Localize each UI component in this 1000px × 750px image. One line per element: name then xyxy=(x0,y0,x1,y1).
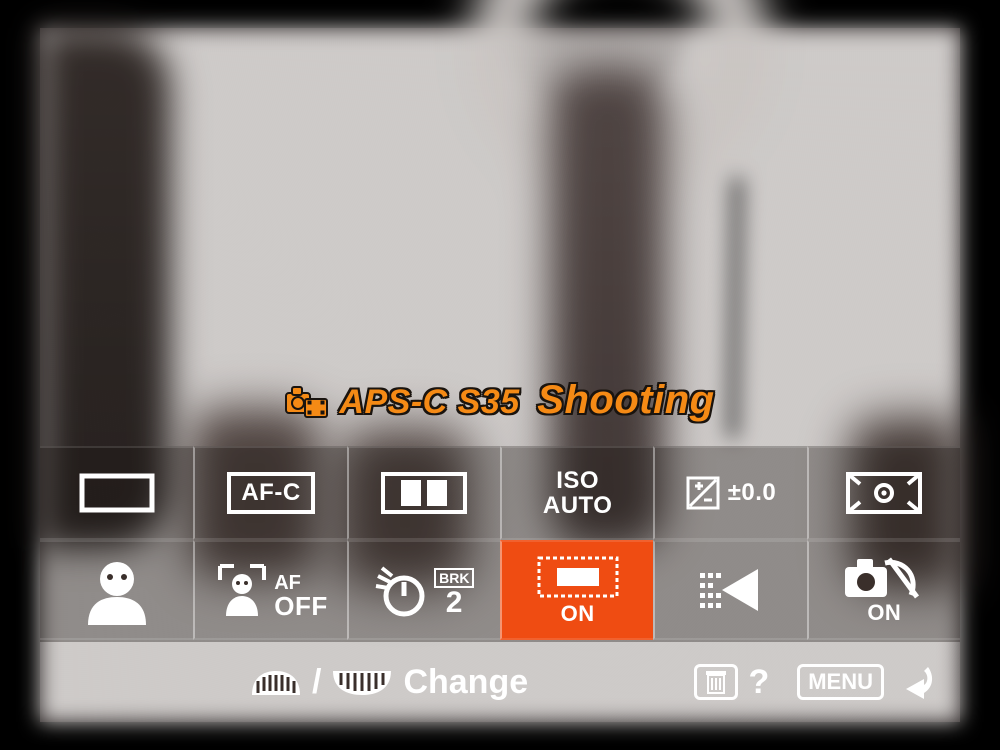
fn-face-eye-af[interactable]: AF OFF xyxy=(193,540,346,640)
self-timer-icon xyxy=(374,562,428,618)
apsc-state: ON xyxy=(561,602,595,625)
exposure-comp-icon xyxy=(686,476,720,510)
face-icon xyxy=(78,555,156,625)
setting-title-b: Shooting xyxy=(537,378,714,422)
fn-iso[interactable]: ISO AUTO xyxy=(500,446,653,540)
fn-peaking[interactable] xyxy=(653,540,806,640)
single-shot-icon xyxy=(74,468,160,518)
faceaf-bottom: OFF xyxy=(274,593,328,620)
wide-area-icon xyxy=(377,466,471,520)
face-eye-af-icon xyxy=(214,560,270,620)
peaking-icon xyxy=(690,559,772,621)
faceaf-top: AF xyxy=(274,573,328,593)
iso-bottom: AUTO xyxy=(543,493,613,518)
multi-metering-icon xyxy=(836,466,932,520)
camera-lcd-frame: APS-C S35 Shooting AF-C xyxy=(40,28,960,722)
ev-value: ±0.0 xyxy=(728,480,777,505)
footer-hints: / Change ? MENU xyxy=(40,642,960,722)
touch-state: ON xyxy=(867,601,901,624)
setting-title-a: APS-C S35 xyxy=(339,383,519,421)
iso-top: ISO xyxy=(543,468,613,493)
sensor-crop-icon xyxy=(535,554,621,600)
fn-menu-grid: AF-C ISO AUTO xyxy=(40,446,960,642)
fn-metering-mode[interactable] xyxy=(807,446,960,540)
trash-icon xyxy=(694,664,738,700)
fn-focus-area[interactable] xyxy=(347,446,500,540)
rear-dial-icon xyxy=(331,667,393,697)
brk-count: 2 xyxy=(434,587,474,619)
change-label: Change xyxy=(403,663,528,702)
fn-exposure-comp[interactable]: ±0.0 xyxy=(653,446,806,540)
focus-mode-box-icon: AF-C xyxy=(227,472,314,513)
hint-help[interactable]: ? xyxy=(694,663,769,702)
iso-label: ISO AUTO xyxy=(543,468,613,518)
fn-selftimer-bracket[interactable]: BRK 2 xyxy=(347,540,500,640)
back-arrow-icon xyxy=(894,663,934,701)
fn-apsc-s35[interactable]: ON xyxy=(500,540,653,640)
photo-video-icon xyxy=(285,383,329,419)
help-symbol: ? xyxy=(748,663,769,702)
fn-focus-mode[interactable]: AF-C xyxy=(193,446,346,540)
hint-change: / Change xyxy=(250,663,528,702)
fn-drive-mode[interactable] xyxy=(40,446,193,540)
front-dial-icon xyxy=(250,667,302,697)
menu-button-label: MENU xyxy=(797,664,884,700)
current-setting-title: APS-C S35 Shooting xyxy=(40,378,960,423)
fn-touch-shutter[interactable]: ON xyxy=(807,540,960,640)
fn-face-priority[interactable] xyxy=(40,540,193,640)
focus-mode-label: AF-C xyxy=(241,480,300,505)
touch-shutter-icon xyxy=(839,555,929,603)
brk-label: BRK xyxy=(434,568,474,588)
hint-menu-back[interactable]: MENU xyxy=(797,663,934,701)
